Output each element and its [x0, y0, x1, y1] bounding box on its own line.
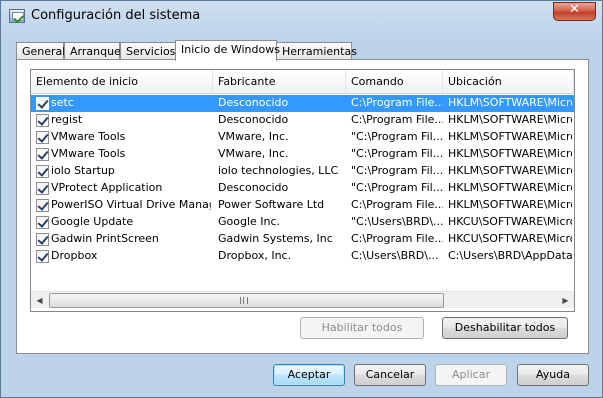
table-row[interactable]: regist Desconocido C:\Program File... HK… — [31, 112, 574, 129]
cell-maker: Desconocido — [218, 181, 289, 194]
scrollbar-thumb[interactable] — [49, 293, 444, 308]
cell-item: Google Update — [51, 215, 134, 228]
column-header-elemento[interactable]: Elemento de inicio — [31, 70, 213, 94]
title-bar[interactable]: Configuración del sistema ✕ — [1, 1, 602, 35]
cell-command: C:\Program File... — [351, 232, 443, 245]
tab-panel: Elemento de inicio Fabricante Comando Ub… — [16, 59, 589, 354]
startup-checkbox[interactable] — [36, 165, 49, 178]
cell-item: iolo Startup — [51, 164, 115, 177]
startup-checkbox[interactable] — [36, 114, 49, 127]
cell-location: HKCU\SOFTWARE\Micros — [448, 232, 572, 245]
cell-location: HKLM\SOFTWARE\Micros — [448, 96, 572, 109]
tab-herramientas[interactable]: Herramientas — [276, 42, 357, 60]
startup-checkbox[interactable] — [36, 131, 49, 144]
cell-item: setc — [51, 96, 74, 109]
cell-location: HKLM\SOFTWARE\Micros — [448, 113, 572, 126]
list-header: Elemento de inicio Fabricante Comando Ub… — [31, 70, 574, 94]
cell-item: VProtect Application — [51, 181, 163, 194]
tab-servicios[interactable]: Servicios — [120, 42, 176, 60]
cell-item: PowerISO Virtual Drive Manager — [51, 198, 211, 211]
cell-maker: Gadwin Systems, Inc — [218, 232, 333, 245]
table-row[interactable]: VMware Tools VMware, Inc. "C:\Program Fi… — [31, 129, 574, 146]
cell-item: VMware Tools — [51, 130, 126, 143]
cell-maker: Google Inc. — [218, 215, 281, 228]
startup-checkbox[interactable] — [36, 250, 49, 263]
cell-item: VMware Tools — [51, 147, 126, 160]
cell-command: C:\Program File... — [351, 198, 443, 211]
cell-location: HKLM\SOFTWARE\Micros — [448, 147, 572, 160]
cell-command: C:\Users\BRD\... — [351, 249, 439, 262]
startup-list[interactable]: Elemento de inicio Fabricante Comando Ub… — [30, 69, 575, 312]
cell-command: "C:\Program Fil... — [351, 181, 443, 194]
tab-general[interactable]: General — [16, 42, 65, 60]
msconfig-icon — [9, 9, 25, 23]
cell-location: HKLM\SOFTWARE\Micros — [448, 181, 572, 194]
table-row[interactable]: PowerISO Virtual Drive Manager Power Sof… — [31, 197, 574, 214]
cell-maker: Desconocido — [218, 96, 289, 109]
cell-maker: VMware, Inc. — [218, 147, 289, 160]
table-row[interactable]: setc Desconocido C:\Program File... HKLM… — [31, 95, 574, 112]
cell-maker: VMware, Inc. — [218, 130, 289, 143]
cell-command: "C:\Program Fil... — [351, 164, 443, 177]
table-row[interactable]: VMware Tools VMware, Inc. "C:\Program Fi… — [31, 146, 574, 163]
startup-checkbox[interactable] — [36, 216, 49, 229]
system-config-window: Configuración del sistema ✕ General Arra… — [0, 0, 603, 398]
cell-maker: Desconocido — [218, 113, 289, 126]
grip-icon — [240, 297, 248, 304]
cell-command: "C:\Users\BRD\... — [351, 215, 443, 228]
cell-location: HKLM\SOFTWARE\Micros — [448, 198, 572, 211]
tab-arranque[interactable]: Arranque — [64, 42, 121, 60]
close-icon: ✕ — [569, 2, 580, 17]
cell-command: C:\Program File... — [351, 96, 443, 109]
close-button[interactable]: ✕ — [553, 2, 596, 21]
cell-item: regist — [51, 113, 83, 126]
cell-maker: Dropbox, Inc. — [218, 249, 292, 262]
column-header-comando[interactable]: Comando — [346, 70, 443, 94]
cell-location: HKLM\SOFTWARE\Micros — [448, 164, 572, 177]
cell-location: C:\Users\BRD\AppData\ — [448, 249, 572, 262]
startup-checkbox[interactable] — [36, 97, 49, 110]
table-row[interactable]: Google Update Google Inc. "C:\Users\BRD\… — [31, 214, 574, 231]
startup-checkbox[interactable] — [36, 199, 49, 212]
cell-maker: iolo technologies, LLC — [218, 164, 339, 177]
tab-inicio-de-windows[interactable]: Inicio de Windows — [175, 40, 280, 61]
apply-button[interactable]: Aplicar — [435, 364, 507, 386]
horizontal-scrollbar[interactable]: ◀ ▶ — [31, 291, 574, 308]
cell-location: HKLM\SOFTWARE\Micros — [448, 130, 572, 143]
column-header-fabricante[interactable]: Fabricante — [213, 70, 346, 94]
cell-command: "C:\Program Fil... — [351, 147, 443, 160]
window-title: Configuración del sistema — [31, 8, 201, 23]
startup-checkbox[interactable] — [36, 182, 49, 195]
cell-item: Dropbox — [51, 249, 98, 262]
table-row[interactable]: VProtect Application Desconocido "C:\Pro… — [31, 180, 574, 197]
cell-maker: Power Software Ltd — [218, 198, 325, 211]
cell-location: HKCU\SOFTWARE\Micros — [448, 215, 572, 228]
startup-checkbox[interactable] — [36, 233, 49, 246]
accept-button[interactable]: Aceptar — [273, 364, 345, 386]
column-header-ubicacion[interactable]: Ubicación — [443, 70, 574, 94]
scroll-left-icon[interactable]: ◀ — [31, 292, 48, 309]
cell-command: "C:\Program Fil... — [351, 130, 443, 143]
disable-all-button[interactable]: Deshabilitar todos — [442, 317, 568, 339]
enable-all-button[interactable]: Habilitar todos — [300, 317, 424, 339]
help-button[interactable]: Ayuda — [517, 364, 589, 386]
cell-command: C:\Program File... — [351, 113, 443, 126]
scroll-right-icon[interactable]: ▶ — [557, 292, 574, 309]
table-row[interactable]: iolo Startup iolo technologies, LLC "C:\… — [31, 163, 574, 180]
cancel-button[interactable]: Cancelar — [354, 364, 426, 386]
table-row[interactable]: Dropbox Dropbox, Inc. C:\Users\BRD\... C… — [31, 248, 574, 265]
table-row[interactable]: Gadwin PrintScreen Gadwin Systems, Inc C… — [31, 231, 574, 248]
cell-item: Gadwin PrintScreen — [51, 232, 159, 245]
startup-checkbox[interactable] — [36, 148, 49, 161]
